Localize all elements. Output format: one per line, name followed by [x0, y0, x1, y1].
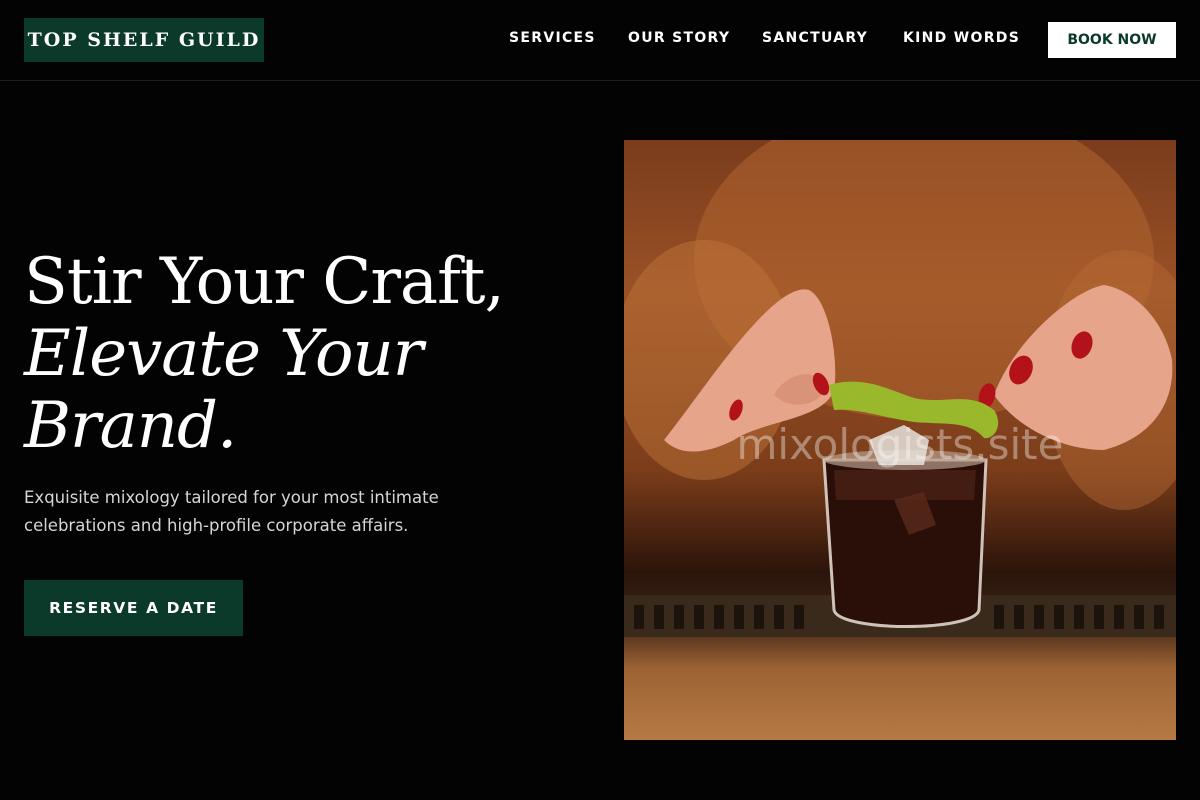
nav-link-kind-words[interactable]: KIND WORDS — [903, 30, 1020, 46]
hero-photo: mixologists.site — [624, 140, 1176, 740]
nav-link-services[interactable]: SERVICES — [509, 30, 596, 46]
headline-line-1: Stir Your Craft, — [24, 245, 505, 319]
top-nav: TOP SHELF GUILD SERVICES OUR STORY SANCT… — [0, 0, 1200, 81]
hero-subtext: Exquisite mixology tailored for your mos… — [24, 488, 439, 535]
nav-links: SERVICES OUR STORY SANCTUARY KIND WORDS — [0, 30, 1200, 50]
headline-line-3: Brand. — [24, 389, 237, 463]
headline-line-2: Elevate Your — [24, 317, 423, 391]
hero-headline: Stir Your Craft, Elevate Your Brand. — [24, 246, 584, 462]
photo-watermark: mixologists.site — [736, 420, 1064, 469]
nav-link-sanctuary[interactable]: SANCTUARY — [762, 30, 868, 46]
reserve-date-button[interactable]: RESERVE A DATE — [24, 580, 243, 636]
nav-link-our-story[interactable]: OUR STORY — [628, 30, 730, 46]
book-now-button[interactable]: BOOK NOW — [1048, 22, 1176, 58]
